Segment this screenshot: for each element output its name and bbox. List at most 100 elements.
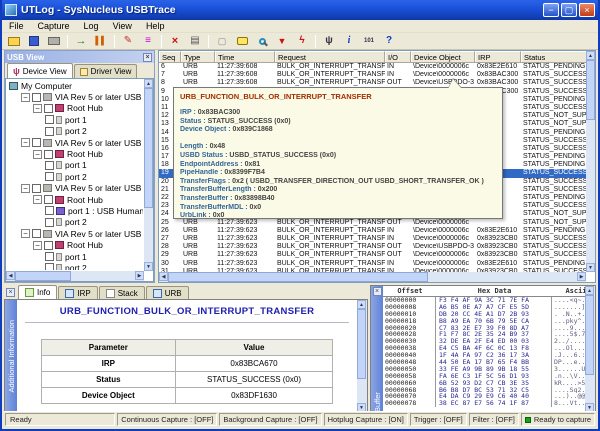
table-row[interactable]: 29URB11:27:39:623BULK_OR_INTERRUPT_TRANS… bbox=[159, 251, 586, 259]
checkbox[interactable] bbox=[44, 195, 53, 204]
filter-button[interactable]: ▼ bbox=[273, 34, 291, 49]
capture-device-button[interactable] bbox=[45, 34, 63, 49]
log-vertical-scrollbar[interactable]: ▲ ▼ bbox=[586, 51, 595, 272]
tree-item[interactable]: −VIA Rev 5 or later USB Universal Host C bbox=[7, 91, 143, 102]
tree-item[interactable]: port 2 bbox=[7, 217, 143, 228]
checkbox[interactable] bbox=[44, 241, 53, 250]
checkbox[interactable] bbox=[45, 115, 54, 124]
tree-item[interactable]: My Computer bbox=[7, 80, 143, 91]
trigger-button[interactable]: ϟ bbox=[293, 34, 311, 49]
clear-log-button[interactable]: × bbox=[166, 34, 184, 49]
hex-vertical-scrollbar[interactable]: ▲ ▼ bbox=[585, 286, 595, 412]
tooltip-toggle-button[interactable] bbox=[233, 34, 251, 49]
tree-horizontal-scrollbar[interactable]: ◀ ▶ bbox=[6, 271, 144, 281]
scroll-thumb[interactable] bbox=[585, 295, 594, 375]
annotate-button[interactable]: ✎ bbox=[119, 34, 137, 49]
tree-item[interactable]: −Root Hub bbox=[7, 194, 143, 205]
checkbox[interactable] bbox=[45, 127, 54, 136]
print-button[interactable]: ▤ bbox=[186, 34, 204, 49]
tree-item[interactable]: port 2 bbox=[7, 171, 143, 182]
checkbox[interactable] bbox=[45, 252, 54, 261]
expander-icon[interactable]: − bbox=[21, 184, 30, 193]
table-row[interactable]: 27URB11:27:39:623BULK_OR_INTERRUPT_TRANS… bbox=[159, 235, 586, 243]
table-row[interactable]: 28URB11:27:39:623BULK_OR_INTERRUPT_TRANS… bbox=[159, 243, 586, 251]
scroll-thumb[interactable] bbox=[168, 272, 428, 282]
tab-stack[interactable]: Stack bbox=[99, 286, 145, 299]
column-header-type[interactable]: Type bbox=[181, 51, 215, 62]
checkbox[interactable] bbox=[45, 172, 54, 181]
open-log-button[interactable] bbox=[5, 34, 23, 49]
tree-item[interactable]: port 1 bbox=[7, 251, 143, 262]
detail-pane-button[interactable]: ▢ bbox=[213, 34, 231, 49]
highlight-lines-button[interactable]: ≡ bbox=[139, 34, 157, 49]
expander-icon[interactable]: − bbox=[33, 241, 42, 250]
buffer-panel-close-icon[interactable]: × bbox=[373, 287, 382, 296]
tree-vertical-scrollbar[interactable]: ▲ ▼ bbox=[144, 79, 153, 271]
expander-icon[interactable]: − bbox=[33, 150, 42, 159]
expander-icon[interactable]: − bbox=[21, 229, 30, 238]
usb-view-close-icon[interactable]: × bbox=[143, 53, 152, 62]
help-button[interactable]: ? bbox=[380, 34, 398, 49]
expander-icon[interactable]: − bbox=[21, 138, 30, 147]
tree-item[interactable]: port 2 bbox=[7, 126, 143, 137]
menu-item-capture[interactable]: Capture bbox=[31, 21, 77, 31]
tree-item[interactable]: −VIA Rev 5 or later USB Universal Host C bbox=[7, 183, 143, 194]
scroll-thumb[interactable] bbox=[586, 60, 595, 120]
scroll-down-icon[interactable]: ▼ bbox=[144, 262, 153, 271]
column-header-time[interactable]: Time bbox=[215, 51, 275, 62]
usb-tree-button[interactable]: ψ bbox=[320, 34, 338, 49]
table-row[interactable]: 26URB11:27:39:623BULK_OR_INTERRUPT_TRANS… bbox=[159, 227, 586, 235]
scroll-up-icon[interactable]: ▲ bbox=[144, 79, 153, 88]
tree-item[interactable]: port 1 bbox=[7, 114, 143, 125]
log-horizontal-scrollbar[interactable]: ◀ ▶ bbox=[159, 272, 586, 282]
menu-item-file[interactable]: File bbox=[2, 21, 31, 31]
expander-icon[interactable]: − bbox=[21, 93, 30, 102]
minimize-button[interactable]: − bbox=[543, 3, 559, 17]
tree-item[interactable]: −VIA Rev 5 or later USB Universal Host C bbox=[7, 137, 143, 148]
column-header-seq[interactable]: Seq bbox=[159, 51, 181, 62]
info-panel-close-icon[interactable]: × bbox=[6, 288, 15, 297]
tree-item[interactable]: −Root Hub bbox=[7, 148, 143, 159]
tab-urb[interactable]: URB bbox=[146, 286, 189, 299]
tree-item[interactable]: −Root Hub bbox=[7, 239, 143, 250]
tree-item[interactable]: port 1 bbox=[7, 160, 143, 171]
scroll-up-icon[interactable]: ▲ bbox=[357, 300, 366, 309]
tab-irp[interactable]: IRP bbox=[58, 286, 97, 299]
start-capture-button[interactable]: → bbox=[72, 34, 90, 49]
menu-item-view[interactable]: View bbox=[106, 21, 139, 31]
table-row[interactable]: 7URB11:27:39:608BULK_OR_INTERRUPT_TRANSF… bbox=[159, 71, 586, 79]
checkbox[interactable] bbox=[32, 138, 41, 147]
scroll-right-icon[interactable]: ▶ bbox=[135, 271, 144, 280]
scroll-up-icon[interactable]: ▲ bbox=[586, 51, 595, 60]
scroll-thumb[interactable] bbox=[357, 309, 366, 379]
tab-device-view[interactable]: ψDevice View bbox=[7, 63, 73, 78]
info-vertical-scrollbar[interactable]: ▲ ▼ bbox=[357, 300, 367, 412]
scroll-up-icon[interactable]: ▲ bbox=[585, 286, 594, 295]
scroll-left-icon[interactable]: ◀ bbox=[6, 271, 15, 280]
scroll-thumb[interactable] bbox=[144, 88, 153, 208]
expander-icon[interactable]: − bbox=[33, 104, 42, 113]
column-header-irp[interactable]: IRP bbox=[475, 51, 521, 62]
tree-item[interactable]: −VIA Rev 5 or later USB Universal Host C bbox=[7, 228, 143, 239]
column-header-status[interactable]: Status bbox=[521, 51, 595, 62]
tree-item[interactable]: port 2 bbox=[7, 262, 143, 270]
maximize-button[interactable]: ▢ bbox=[561, 3, 577, 17]
save-log-button[interactable] bbox=[25, 34, 43, 49]
raw-view-button[interactable]: 101 bbox=[360, 34, 378, 49]
expander-icon[interactable]: − bbox=[33, 195, 42, 204]
checkbox[interactable] bbox=[32, 184, 41, 193]
close-button[interactable]: × bbox=[579, 3, 595, 17]
tab-info[interactable]: Info bbox=[18, 285, 57, 299]
device-info-button[interactable]: i bbox=[340, 34, 358, 49]
column-header-request[interactable]: Request bbox=[275, 51, 385, 62]
checkbox[interactable] bbox=[45, 161, 54, 170]
checkbox[interactable] bbox=[45, 206, 54, 215]
menu-item-log[interactable]: Log bbox=[77, 21, 106, 31]
checkbox[interactable] bbox=[32, 93, 41, 102]
checkbox[interactable] bbox=[44, 150, 53, 159]
scroll-left-icon[interactable]: ◀ bbox=[159, 272, 168, 281]
scroll-down-icon[interactable]: ▼ bbox=[586, 263, 595, 272]
find-button[interactable] bbox=[253, 34, 271, 49]
tree-item[interactable]: port 1 : USB Human Interface D bbox=[7, 205, 143, 216]
table-row[interactable]: 30URB11:27:39:623BULK_OR_INTERRUPT_TRANS… bbox=[159, 260, 586, 268]
